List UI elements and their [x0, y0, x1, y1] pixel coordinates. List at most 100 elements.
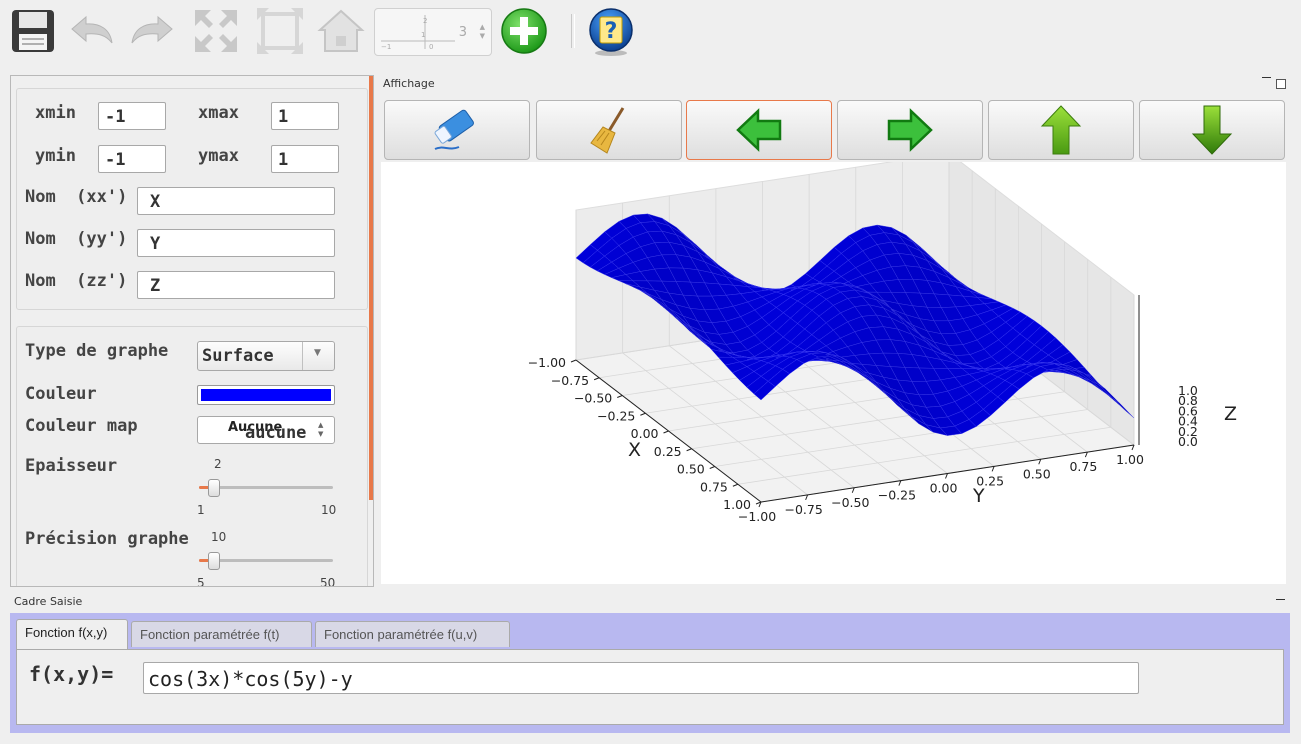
y-axis-label: Y — [972, 485, 985, 507]
epaisseur-max: 10 — [321, 503, 337, 517]
minimize-icon[interactable] — [1262, 77, 1271, 80]
x-tick — [617, 395, 623, 398]
undo-button[interactable] — [66, 6, 116, 56]
spin-arrows-icon: ▲ ▼ — [318, 421, 324, 438]
x-tick — [593, 377, 600, 381]
xmax-input[interactable]: 1 — [271, 102, 339, 130]
precision-label: Précision graphe — [25, 529, 189, 549]
precision-max: 50 — [320, 576, 336, 587]
tab-fonction-fuv[interactable]: Fonction paramétrée f(u,v) — [315, 621, 510, 647]
clear-button[interactable] — [536, 100, 682, 160]
zoom-in-icon — [195, 10, 237, 52]
redo-button[interactable] — [128, 6, 178, 56]
zoom-out-button[interactable] — [255, 6, 305, 56]
ymin-label: ymin — [35, 146, 76, 166]
ymin-input[interactable]: -1 — [98, 145, 166, 173]
home-button[interactable] — [316, 6, 366, 56]
chevron-down-icon: ▼ — [314, 348, 321, 358]
y-tick-label: −0.50 — [831, 495, 869, 510]
nom-yy-input[interactable]: Y — [137, 229, 335, 257]
erase-button[interactable] — [384, 100, 530, 160]
precision-min: 5 — [197, 576, 205, 587]
x-tick-label: 0.75 — [700, 479, 728, 494]
rotate-right-button[interactable] — [837, 100, 983, 160]
zoom-in-button[interactable] — [191, 6, 241, 56]
y-tick-label: 0.50 — [1023, 466, 1051, 481]
save-button[interactable] — [8, 6, 58, 56]
precision-slider-handle[interactable] — [207, 552, 220, 570]
x-tick — [732, 483, 739, 487]
couleur-button[interactable] — [197, 385, 335, 405]
epaisseur-label: Epaisseur — [25, 456, 118, 476]
eraser-icon — [434, 109, 474, 150]
panel-scrollbar[interactable] — [369, 76, 373, 500]
svg-text:0: 0 — [429, 43, 433, 51]
x-tick-label: −1.00 — [528, 355, 566, 370]
x-tick — [640, 412, 646, 416]
arrow-right-icon — [887, 108, 933, 152]
nom-zz-input[interactable]: Z — [137, 271, 335, 299]
precision-value: 10 — [211, 530, 227, 544]
help-icon: ? — [589, 8, 633, 56]
parameters-panel: xmin -1 xmax 1 ymin -1 ymax 1 Nom (xx') … — [10, 75, 374, 587]
add-button[interactable] — [499, 6, 549, 56]
tab-fonction-ft[interactable]: Fonction paramétrée f(t) — [131, 621, 312, 647]
x-tick — [663, 430, 669, 434]
ymax-input[interactable]: 1 — [271, 145, 339, 173]
x-tick — [709, 466, 715, 469]
minimize-icon[interactable] — [1276, 599, 1285, 600]
combo-divider — [302, 342, 303, 370]
svg-text:?: ? — [605, 19, 618, 44]
couleur-label: Couleur — [25, 384, 97, 404]
saisie-panel: Cadre Saisie Fonction f(x,y) Fonction pa… — [10, 593, 1290, 733]
couleur-map-value: aucune — [245, 423, 307, 443]
xmax-label: xmax — [198, 103, 239, 123]
plot-area[interactable]: −1.00 −0.75 −0.50 −0.25 0.00 0.25 0.50 0.75 1.00… — [381, 151, 1286, 584]
nom-xx-label: Nom (xx') — [25, 187, 128, 207]
maximize-icon[interactable] — [1276, 79, 1286, 89]
toolbar-separator — [571, 14, 575, 48]
y-tick-label: 0.00 — [930, 481, 958, 496]
function-input[interactable]: cos(3x)*cos(5y)-y — [143, 662, 1139, 694]
y-tick-label: −1.00 — [738, 509, 776, 524]
svg-text:−1: −1 — [381, 43, 391, 51]
epaisseur-min: 1 — [197, 503, 205, 517]
view-spinbox[interactable]: −1 2 1 0 3 ▲ ▼ — [374, 8, 492, 56]
x-tick-label: −0.25 — [597, 408, 635, 423]
spin-arrows-icon[interactable]: ▲ ▼ — [480, 23, 485, 41]
svg-text:2: 2 — [423, 17, 427, 25]
nom-zz-label: Nom (zz') — [25, 271, 128, 291]
zoom-out-icon — [257, 8, 303, 54]
svg-text:1: 1 — [421, 31, 425, 39]
axes-preview-icon: −1 2 1 0 — [381, 15, 455, 51]
z-tick-label: 0.0 — [1178, 434, 1198, 449]
couleur-map-label: Couleur map — [25, 416, 138, 436]
epaisseur-slider-handle[interactable] — [207, 479, 220, 497]
save-icon — [12, 10, 54, 52]
tab-fonction-fxy[interactable]: Fonction f(x,y) — [16, 619, 128, 649]
x-axis-label: X — [628, 439, 641, 461]
y-tick-label: 0.75 — [1069, 459, 1097, 474]
x-tick-label: 0.50 — [677, 462, 705, 477]
epaisseur-value: 2 — [214, 457, 222, 471]
couleur-map-select[interactable]: Aucune aucune ▲ ▼ — [197, 416, 335, 444]
xmin-label: xmin — [35, 103, 76, 123]
rotate-down-button[interactable] — [1139, 100, 1285, 160]
color-swatch — [201, 389, 331, 401]
undo-icon — [71, 15, 113, 44]
rotate-up-button[interactable] — [988, 100, 1134, 160]
xmin-input[interactable]: -1 — [98, 102, 166, 130]
x-tick — [570, 359, 577, 363]
y-tick-label: −0.25 — [878, 488, 916, 503]
broom-icon — [590, 107, 625, 154]
home-icon — [317, 9, 365, 52]
z-axis-label: Z — [1224, 403, 1237, 425]
y-tick-label: 1.00 — [1116, 452, 1144, 467]
help-button[interactable]: ? — [586, 6, 636, 56]
x-tick-label: 0.25 — [654, 444, 682, 459]
rotate-left-button[interactable] — [686, 100, 832, 160]
saisie-title: Cadre Saisie — [14, 595, 83, 608]
type-graphe-select[interactable]: Surface ▼ — [197, 341, 335, 371]
nom-xx-input[interactable]: X — [137, 187, 335, 215]
y-tick-label: −0.75 — [784, 502, 822, 517]
